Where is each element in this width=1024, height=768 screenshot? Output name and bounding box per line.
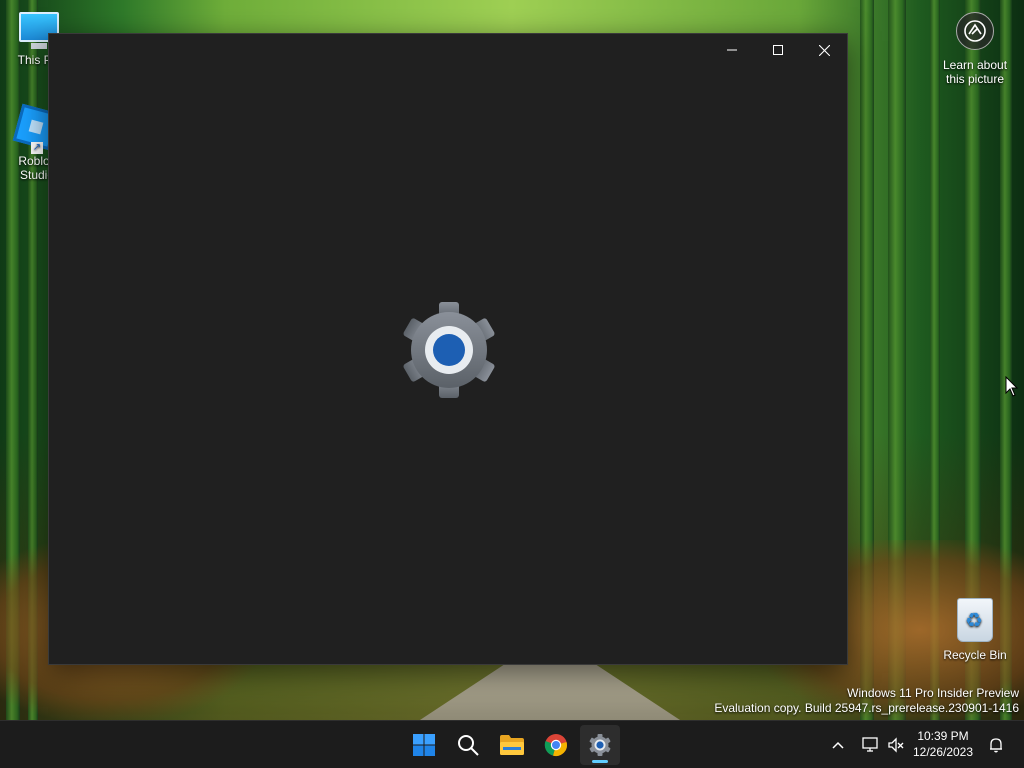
network-button[interactable]	[858, 733, 882, 757]
file-explorer-button[interactable]	[492, 725, 532, 765]
clock-time: 10:39 PM	[917, 729, 969, 743]
volume-muted-icon	[888, 737, 904, 753]
minimize-icon	[727, 49, 737, 51]
camera-info-icon	[956, 12, 994, 50]
start-button[interactable]	[404, 725, 444, 765]
folder-icon	[500, 735, 524, 755]
window-titlebar[interactable]	[49, 34, 847, 66]
chrome-button[interactable]	[536, 725, 576, 765]
watermark-line-1: Windows 11 Pro Insider Preview	[847, 686, 1019, 700]
show-hidden-icons-button[interactable]	[826, 733, 850, 757]
clock-date: 12/26/2023	[912, 745, 974, 759]
settings-splash-gear-icon	[399, 302, 499, 398]
shortcut-arrow-icon: ↗	[31, 142, 43, 154]
minimize-button[interactable]	[709, 34, 755, 66]
learn-about-picture-button[interactable]: Learn about this picture	[938, 12, 1012, 86]
settings-window[interactable]	[48, 33, 848, 665]
bamboo-path	[420, 660, 680, 720]
network-icon	[862, 737, 878, 752]
notification-bell-icon	[990, 738, 1002, 753]
taskbar: 10:39 PM 12/26/2023	[0, 720, 1024, 768]
search-button[interactable]	[448, 725, 488, 765]
chevron-up-icon	[832, 741, 844, 749]
settings-taskbar-button[interactable]	[580, 725, 620, 765]
active-app-indicator	[592, 760, 608, 763]
recycle-bin-icon	[957, 598, 993, 642]
desktop-icon-label: Recycle Bin	[943, 648, 1007, 662]
mouse-pointer-icon	[1005, 375, 1019, 403]
settings-gear-icon	[589, 734, 611, 756]
evaluation-watermark: Windows 11 Pro Insider Preview Evaluatio…	[714, 686, 1019, 716]
maximize-icon	[773, 45, 783, 55]
maximize-button[interactable]	[755, 34, 801, 66]
chrome-icon	[544, 734, 567, 756]
windows-logo-icon	[413, 734, 435, 756]
search-icon	[458, 735, 479, 756]
close-icon	[818, 44, 830, 56]
close-button[interactable]	[801, 34, 847, 66]
notifications-button[interactable]	[984, 733, 1008, 757]
taskbar-clock[interactable]: 10:39 PM 12/26/2023	[904, 728, 982, 760]
watermark-line-2: Evaluation copy. Build 25947.rs_prerelea…	[714, 701, 1019, 715]
desktop-icon-recycle-bin[interactable]: Recycle Bin	[938, 598, 1012, 662]
learn-about-label: Learn about this picture	[942, 58, 1008, 86]
